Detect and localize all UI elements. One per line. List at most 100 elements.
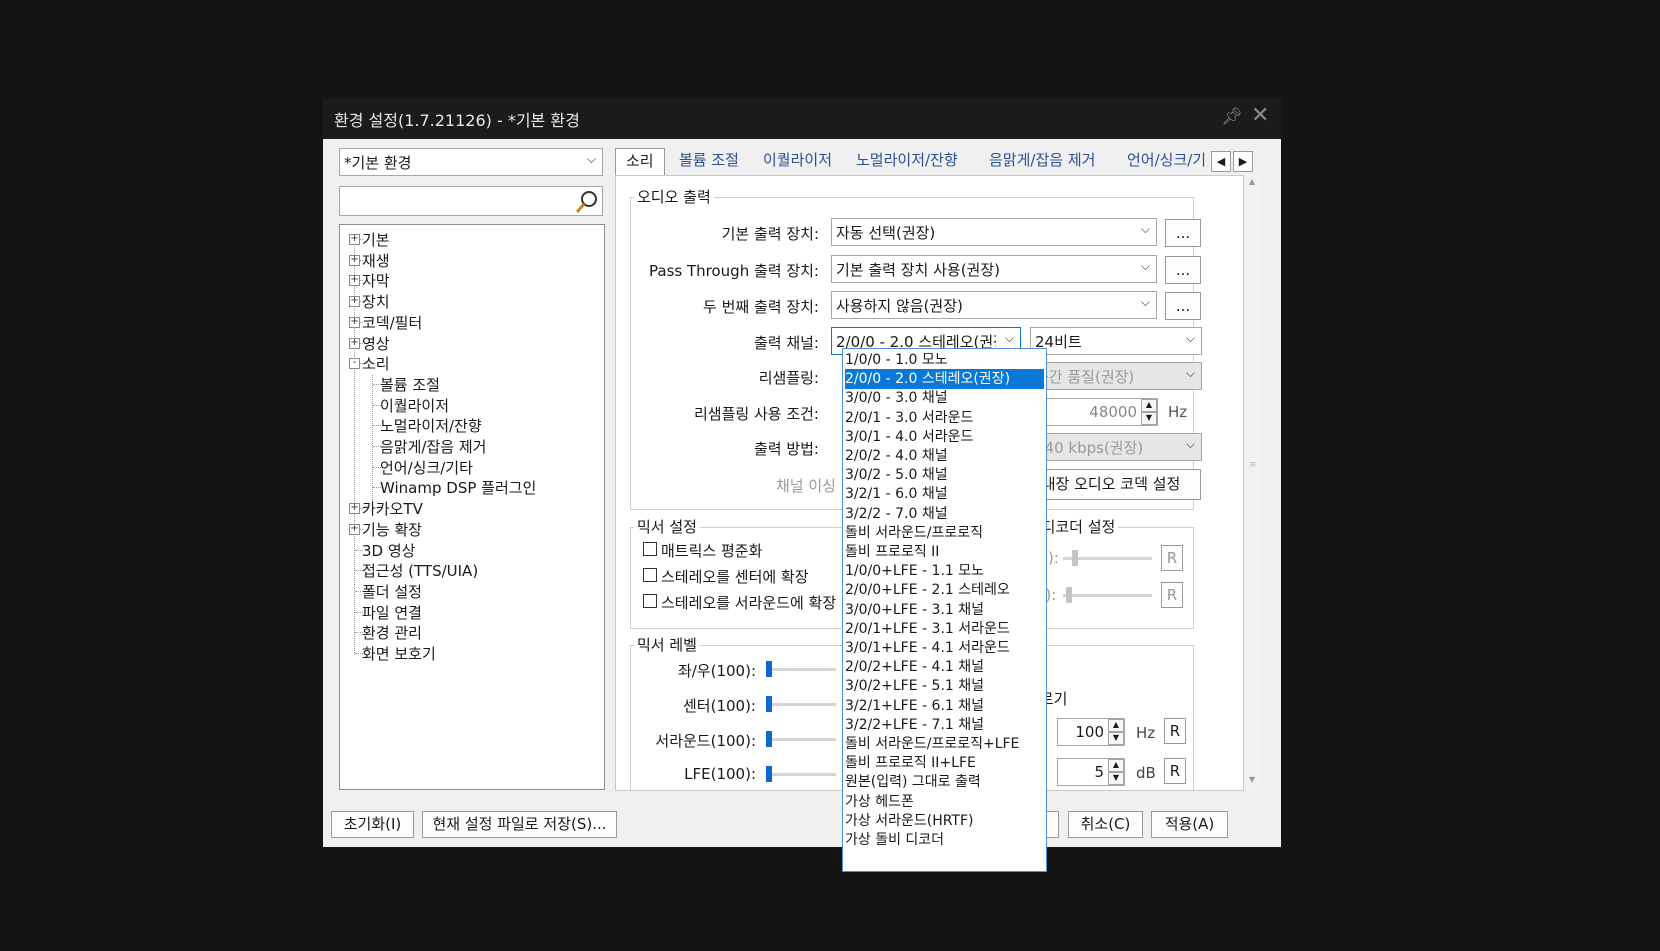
- gain-reset-button[interactable]: R: [1164, 758, 1186, 784]
- expand-icon[interactable]: +: [349, 296, 360, 308]
- tree-item[interactable]: 소리: [362, 353, 390, 374]
- channel-option[interactable]: 3/2/2+LFE - 7.1 채널: [845, 715, 1044, 735]
- channel-option[interactable]: 3/2/1+LFE - 6.1 채널: [845, 696, 1044, 716]
- passthrough-more-button[interactable]: ...: [1165, 256, 1201, 284]
- center-level-slider[interactable]: [766, 703, 836, 706]
- channel-option[interactable]: 2/0/1 - 3.0 서라운드: [845, 408, 1044, 428]
- channel-option[interactable]: 가상 서라운드(HRTF): [845, 811, 1044, 831]
- spin-up-icon[interactable]: ▲: [1108, 759, 1124, 772]
- tree-item[interactable]: 재생: [362, 250, 390, 271]
- decoder-slider-2-thumb[interactable]: [1066, 587, 1072, 603]
- center-level-thumb[interactable]: [766, 696, 772, 712]
- tab-language[interactable]: 언어/싱크/기: [1127, 148, 1209, 175]
- preset-select[interactable]: *기본 환경 ⌵: [339, 148, 603, 176]
- channel-option[interactable]: 3/2/2 - 7.0 채널: [845, 504, 1044, 524]
- tree-item[interactable]: 볼륨 조절: [380, 374, 440, 395]
- collapse-icon[interactable]: -: [349, 358, 360, 370]
- decoder-reset-2-button[interactable]: R: [1161, 582, 1183, 608]
- tab-equalizer[interactable]: 이퀄라이저: [763, 148, 832, 175]
- channel-option[interactable]: 3/0/2 - 5.0 채널: [845, 465, 1044, 485]
- spin-down-icon[interactable]: ▼: [1108, 732, 1124, 745]
- expand-icon[interactable]: +: [349, 337, 360, 349]
- tree-item[interactable]: 자막: [362, 270, 390, 291]
- tree-item[interactable]: 화면 보호기: [362, 643, 436, 664]
- channel-option[interactable]: 2/0/2+LFE - 4.1 채널: [845, 657, 1044, 677]
- freq-reset-button[interactable]: R: [1164, 718, 1186, 744]
- tree-item[interactable]: Winamp DSP 플러그인: [380, 477, 536, 498]
- decoder-slider-1-thumb[interactable]: [1072, 550, 1078, 566]
- channel-option[interactable]: 2/0/1+LFE - 3.1 서라운드: [845, 619, 1044, 639]
- tree-item[interactable]: 접근성 (TTS/UIA): [362, 560, 478, 581]
- channel-option[interactable]: 돌비 프로로직 II+LFE: [845, 753, 1044, 773]
- tree-item[interactable]: 환경 관리: [362, 622, 422, 643]
- lfe-level-thumb[interactable]: [766, 766, 772, 782]
- bits-select[interactable]: 24비트 ⌵: [1030, 327, 1202, 355]
- scroll-down-icon[interactable]: ▼: [1249, 775, 1255, 784]
- close-icon[interactable]: ✕: [1251, 103, 1269, 128]
- stereo-to-center-checkbox[interactable]: [643, 568, 657, 582]
- pin-icon[interactable]: 📌︎: [1221, 107, 1243, 127]
- resample-hz-input[interactable]: 48000: [1030, 398, 1158, 426]
- surround-level-slider[interactable]: [766, 738, 836, 741]
- tree-item[interactable]: 카카오TV: [362, 498, 423, 519]
- tree-item[interactable]: 파일 연결: [362, 602, 422, 623]
- second-device-select[interactable]: 사용하지 않음(권장) ⌵: [831, 291, 1157, 319]
- audio-codec-settings-button[interactable]: 내장 오디오 코덱 설정: [1021, 469, 1201, 500]
- spin-down-icon[interactable]: ▼: [1108, 772, 1124, 785]
- passthrough-select[interactable]: 기본 출력 장치 사용(권장) ⌵: [831, 255, 1157, 283]
- expand-icon[interactable]: +: [349, 234, 360, 245]
- save-to-file-button[interactable]: 현재 설정 파일로 저장(S)...: [422, 811, 617, 838]
- panel-scrollbar[interactable]: ▲ ≡ ▼: [1247, 175, 1259, 789]
- tree-item[interactable]: 장치: [362, 291, 390, 312]
- second-device-more-button[interactable]: ...: [1165, 292, 1201, 320]
- settings-tree[interactable]: 기본 + 재생 + 자막 + 장치 + 코덱/필터 + 영상 + 소리 - 볼륨 조절 이퀄라이저 노멀라이저/…: [339, 224, 605, 790]
- tab-denoise[interactable]: 음맑게/잡음 제거: [989, 148, 1095, 175]
- tab-scroll-left-icon[interactable]: ◀: [1211, 151, 1231, 172]
- tab-volume[interactable]: 볼륨 조절: [679, 148, 739, 175]
- default-device-more-button[interactable]: ...: [1165, 219, 1201, 247]
- tab-scroll-right-icon[interactable]: ▶: [1233, 151, 1253, 172]
- decoder-slider-2[interactable]: [1063, 594, 1152, 597]
- spin-up-icon[interactable]: ▲: [1141, 399, 1157, 412]
- lfe-level-slider[interactable]: [766, 773, 836, 776]
- tree-item[interactable]: 코덱/필터: [362, 312, 422, 333]
- channel-option[interactable]: 3/2/1 - 6.0 채널: [845, 484, 1044, 504]
- tree-item[interactable]: 음맑게/잡음 제거: [380, 436, 486, 457]
- channel-option[interactable]: 2/0/0+LFE - 2.1 스테레오: [845, 580, 1044, 600]
- search-input[interactable]: [339, 186, 603, 216]
- spin-up-icon[interactable]: ▲: [1108, 719, 1124, 732]
- tree-item[interactable]: 기능 확장: [362, 519, 422, 540]
- reset-button[interactable]: 초기화(I): [331, 811, 414, 838]
- expand-icon[interactable]: +: [349, 523, 360, 535]
- stereo-to-surround-checkbox[interactable]: [643, 594, 657, 608]
- channel-option[interactable]: 가상 돌비 디코더: [845, 830, 1044, 850]
- channel-option[interactable]: 3/0/1 - 4.0 서라운드: [845, 427, 1044, 447]
- expand-icon[interactable]: +: [349, 275, 360, 287]
- surround-level-thumb[interactable]: [766, 731, 772, 747]
- tree-item[interactable]: 영상: [362, 333, 390, 354]
- channel-option[interactable]: 돌비 프로로직 II: [845, 542, 1044, 562]
- channel-option[interactable]: 3/0/1+LFE - 4.1 서라운드: [845, 638, 1044, 658]
- default-device-select[interactable]: 자동 선택(권장) ⌵: [831, 218, 1157, 246]
- scroll-up-icon[interactable]: ▲: [1249, 177, 1255, 186]
- resample-select[interactable]: 중간 품질(권장) ⌵: [1030, 362, 1202, 390]
- channel-option[interactable]: 3/0/0+LFE - 3.1 채널: [845, 600, 1044, 620]
- channel-option[interactable]: 1/0/0 - 1.0 모노: [845, 350, 1044, 370]
- channel-option[interactable]: 돌비 서라운드/프로로직+LFE: [845, 734, 1044, 754]
- tree-item[interactable]: 노멀라이저/잔향: [380, 415, 482, 436]
- spin-down-icon[interactable]: ▼: [1141, 412, 1157, 425]
- channel-option[interactable]: 돌비 서라운드/프로로직: [845, 523, 1044, 543]
- tree-item[interactable]: 이퀄라이저: [380, 395, 449, 416]
- lr-level-slider[interactable]: [766, 668, 836, 671]
- channel-option[interactable]: 원본(입력) 그대로 출력: [845, 772, 1044, 792]
- tree-item[interactable]: 언어/싱크/기타: [380, 457, 473, 478]
- tree-item[interactable]: 3D 영상: [362, 540, 415, 561]
- matrix-normalize-checkbox[interactable]: [643, 542, 657, 556]
- channel-option[interactable]: 2/0/0 - 2.0 스테레오(권장): [845, 369, 1044, 390]
- expand-icon[interactable]: +: [349, 254, 360, 266]
- channel-option[interactable]: 1/0/0+LFE - 1.1 모노: [845, 561, 1044, 581]
- channel-option[interactable]: 가상 헤드폰: [845, 792, 1044, 812]
- expand-icon[interactable]: +: [349, 503, 360, 515]
- tree-item[interactable]: 기본: [362, 229, 390, 250]
- output-method-select[interactable]: 640 kbps(권장) ⌵: [1030, 433, 1202, 461]
